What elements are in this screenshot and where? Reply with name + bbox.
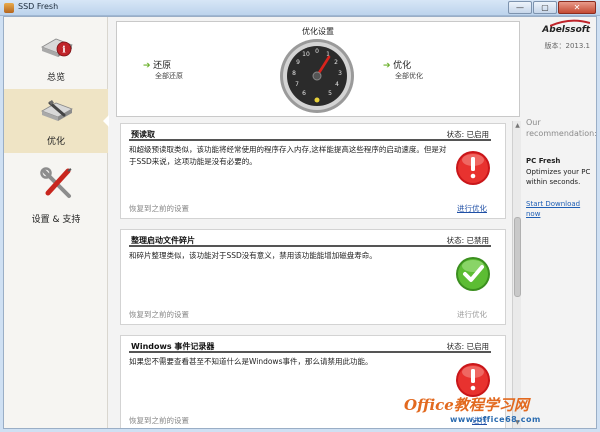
abelssoft-swoosh-icon (550, 19, 590, 27)
brand-area: Abelssoft 版本：2013.1 (530, 19, 596, 51)
list-item-prefetch: 预读取 状态: 已启用 和超级预读取类似，该功能将经常使用的程序存入内存,这样能… (120, 123, 506, 219)
svg-text:9: 9 (296, 59, 300, 66)
sidebar: i 总览 优化 设置 & 支持 (4, 17, 109, 428)
sidebar-item-overview[interactable]: i 总览 (4, 25, 108, 89)
speedometer-gauge-icon: 0 1 2 3 4 5 6 7 8 9 10 (280, 39, 354, 113)
arrow-right-icon: ➔ (383, 61, 391, 71)
svg-text:8: 8 (292, 70, 296, 77)
divider (129, 351, 491, 353)
revert-link[interactable]: 恢复到之前的设置 (129, 309, 189, 320)
start-download-link[interactable]: Start Download now (526, 199, 596, 219)
warning-icon (456, 363, 490, 397)
svg-text:4: 4 (335, 81, 339, 88)
check-icon (456, 257, 490, 291)
restore-label: 还原 (153, 61, 172, 71)
sidebar-item-label: 总览 (46, 73, 65, 83)
item-description: 如果您不需要查看甚至不知道什么是Windows事件，那么请禁用此功能。 (129, 357, 373, 366)
recommendation-panel: Our recommendation: PC Fresh Optimizes y… (526, 117, 597, 219)
ssd-info-icon: i (41, 38, 73, 57)
revert-link[interactable]: 恢复到之前的设置 (129, 415, 189, 426)
watermark: Office教程学习网 www.office68.com (404, 394, 598, 430)
svg-text:5: 5 (328, 90, 332, 97)
version-label: 版本：2013.1 (544, 42, 591, 50)
restore-all-button[interactable]: ➔ 还原 全部还原 (143, 58, 183, 81)
watermark-line1: Office教程学习网 (404, 396, 529, 414)
recommendation-product: PC Fresh (526, 157, 561, 165)
title-bar: SSD Fresh — ▢ ✕ (0, 0, 600, 16)
divider (129, 245, 491, 247)
sidebar-item-settings-support[interactable]: 设置 & 支持 (4, 157, 108, 227)
page-title: 优化设置 (302, 27, 334, 36)
svg-text:3: 3 (338, 70, 342, 77)
scrollbar-thumb[interactable] (514, 217, 521, 297)
item-description: 和超级预读取类似，该功能将经常使用的程序存入内存,这样能提高这些程序的启动速度。… (129, 145, 447, 166)
warning-icon (456, 151, 490, 185)
recommendation-desc: Optimizes your PC within seconds. (526, 168, 591, 186)
sidebar-item-optimize[interactable]: 优化 (4, 89, 109, 153)
restore-sub-label: 全部还原 (155, 72, 183, 80)
svg-text:7: 7 (295, 81, 299, 88)
window-title: SSD Fresh (18, 2, 59, 11)
vertical-scrollbar[interactable]: ▲ ▼ (512, 121, 521, 428)
svg-text:i: i (62, 46, 66, 56)
list-item-boot-defrag: 整理启动文件碎片 状态: 已禁用 和碎片整理类似，该功能对于SSD没有意义，禁用… (120, 229, 506, 325)
revert-link[interactable]: 恢复到之前的设置 (129, 203, 189, 214)
close-button[interactable]: ✕ (558, 1, 596, 14)
sidebar-item-label: 优化 (46, 137, 65, 147)
svg-text:10: 10 (302, 51, 310, 58)
watermark-line2: www.office68.com (450, 415, 541, 424)
app-icon (4, 3, 14, 13)
recommendation-title: Our recommendation: (526, 118, 597, 138)
item-description: 和碎片整理类似，该功能对于SSD没有意义，禁用该功能能增加磁盘寿命。 (129, 251, 377, 260)
arrow-right-icon: ➔ (143, 61, 151, 71)
maximize-button[interactable]: ▢ (533, 1, 557, 14)
app-window: i 总览 优化 设置 & 支持 优化设置 ➔ 还原 全部还原 0 1 2 3 4… (3, 16, 597, 429)
optimize-header: 优化设置 ➔ 还原 全部还原 0 1 2 3 4 5 6 7 8 9 10 ➔ … (116, 21, 520, 117)
optimization-list: 预读取 状态: 已启用 和超级预读取类似，该功能将经常使用的程序存入内存,这样能… (116, 121, 522, 428)
svg-text:6: 6 (302, 90, 306, 97)
divider (129, 139, 491, 141)
optimize-label: 优化 (393, 61, 412, 71)
sidebar-item-label: 设置 & 支持 (31, 215, 81, 225)
optimize-sub-label: 全部优化 (395, 72, 423, 80)
svg-text:2: 2 (334, 59, 338, 66)
minimize-button[interactable]: — (508, 1, 532, 14)
optimize-link[interactable]: 进行优化 (457, 203, 487, 214)
tools-icon (40, 167, 72, 198)
optimize-all-button[interactable]: ➔ 优化 全部优化 (383, 58, 423, 81)
optimize-link: 进行优化 (457, 310, 487, 319)
ssd-optimize-icon (41, 100, 73, 121)
svg-text:0: 0 (315, 48, 319, 55)
scroll-up-icon[interactable]: ▲ (514, 122, 521, 130)
